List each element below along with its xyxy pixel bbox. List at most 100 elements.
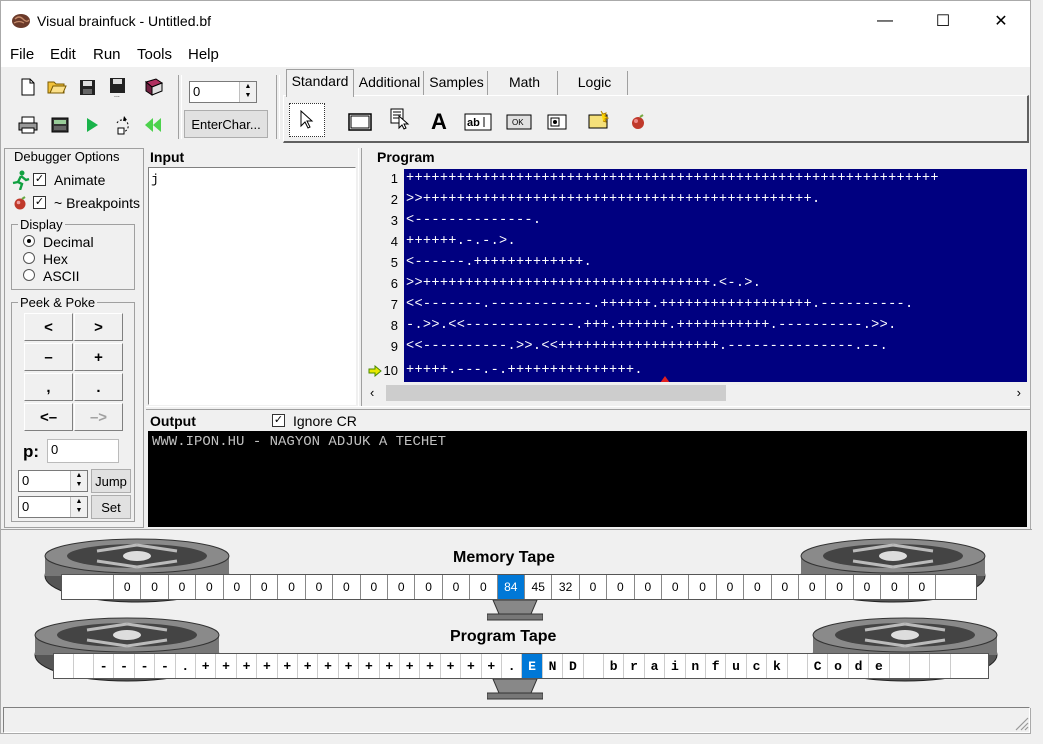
title-bar: Visual brainfuck - Untitled.bf — ☐ ✕ xyxy=(1,1,1030,41)
close-button[interactable]: ✕ xyxy=(972,1,1030,41)
enter-char-button[interactable]: EnterChar... xyxy=(184,110,268,138)
memory-cell: 0 xyxy=(826,575,854,599)
frame-tool-icon[interactable] xyxy=(348,112,372,132)
radio-ascii[interactable] xyxy=(23,269,35,281)
scroll-thumb[interactable] xyxy=(386,385,726,401)
jump-forward-button[interactable]: –> xyxy=(74,403,123,431)
maximize-button[interactable]: ☐ xyxy=(914,1,972,41)
program-cell: D xyxy=(563,654,584,678)
output-char-button[interactable]: . xyxy=(74,373,123,401)
line-number-gutter: 1 2 3 4 5 6 7 8 9 10 xyxy=(366,169,404,382)
jump-back-button[interactable]: <– xyxy=(24,403,73,431)
edit-tool-icon[interactable]: ab xyxy=(464,112,492,132)
program-editor[interactable]: ++++++++++++++++++++++++++++++++++++++++… xyxy=(404,169,1027,382)
menu-run[interactable]: Run xyxy=(93,46,121,63)
scroll-left-icon[interactable]: ‹ xyxy=(370,385,374,400)
memory-cell: 0 xyxy=(251,575,279,599)
save-icon[interactable] xyxy=(77,77,97,97)
button-tool-icon[interactable]: OK xyxy=(506,112,532,132)
save-as-icon[interactable]: ... xyxy=(107,77,127,97)
tab-standard[interactable]: Standard xyxy=(286,69,354,97)
program-cell: f xyxy=(706,654,727,678)
memory-cell: 0 xyxy=(717,575,745,599)
svg-text:ab: ab xyxy=(467,117,480,129)
memory-cell: 0 xyxy=(799,575,827,599)
scroll-right-icon[interactable]: › xyxy=(1017,385,1021,400)
panel-tool-icon[interactable] xyxy=(586,110,610,130)
label-tool-icon[interactable]: A xyxy=(428,109,450,134)
set-value: 0 xyxy=(22,499,30,514)
vertical-splitter[interactable] xyxy=(358,148,362,406)
open-folder-icon[interactable] xyxy=(47,77,67,97)
memory-cell-current: 84 xyxy=(497,575,525,599)
line-number: 2 xyxy=(390,192,398,207)
radio-ascii-label: ASCII xyxy=(43,268,80,284)
program-header: Program xyxy=(377,149,435,165)
program-hscrollbar[interactable]: ‹ › xyxy=(366,383,1027,403)
horizontal-splitter[interactable] xyxy=(146,406,1030,410)
resize-grip-icon[interactable] xyxy=(1013,715,1029,731)
calculator-icon[interactable] xyxy=(50,115,70,135)
menu-tools[interactable]: Tools xyxy=(137,46,172,63)
input-char-button[interactable]: , xyxy=(24,373,73,401)
move-right-button[interactable]: > xyxy=(74,313,123,341)
input-textarea[interactable]: j xyxy=(148,167,356,405)
menu-help[interactable]: Help xyxy=(188,46,219,63)
rewind-icon[interactable] xyxy=(143,115,163,135)
char-value-spinner[interactable]: 0 ▲ ▼ xyxy=(189,81,257,103)
set-spinner-arrows[interactable]: ▲ ▼ xyxy=(70,497,87,517)
print-icon[interactable] xyxy=(18,115,38,135)
radio-decimal[interactable] xyxy=(23,235,35,247)
radio-group-tool-icon[interactable] xyxy=(546,112,568,132)
new-file-icon[interactable] xyxy=(18,77,38,97)
program-cell xyxy=(788,654,808,678)
program-cell: b xyxy=(604,654,625,678)
ignore-cr-checkbox[interactable]: ✓ xyxy=(272,414,285,427)
program-cell: d xyxy=(849,654,870,678)
program-cell: + xyxy=(339,654,360,678)
tab-math[interactable]: Math xyxy=(492,71,558,95)
program-cell xyxy=(930,654,951,678)
line-number: 10 xyxy=(383,363,398,378)
input-header: Input xyxy=(150,149,185,165)
tab-logic[interactable]: Logic xyxy=(562,71,628,95)
program-cell: n xyxy=(686,654,706,678)
program-cell: i xyxy=(665,654,686,678)
pointer-field[interactable]: 0 xyxy=(47,439,119,463)
program-cell: . xyxy=(502,654,523,678)
minimize-button[interactable]: — xyxy=(856,1,914,41)
brain-app-icon xyxy=(12,14,30,28)
menu-edit[interactable]: Edit xyxy=(50,46,76,63)
line-number: 3 xyxy=(390,213,398,228)
increment-button[interactable]: + xyxy=(74,343,123,371)
menu-tool-icon[interactable] xyxy=(388,108,412,130)
book-icon[interactable] xyxy=(144,77,164,97)
program-cell xyxy=(910,654,931,678)
pointer-tool-icon[interactable] xyxy=(289,103,325,137)
memory-cell: 0 xyxy=(854,575,882,599)
radio-hex-label: Hex xyxy=(43,251,68,267)
move-left-button[interactable]: < xyxy=(24,313,73,341)
memory-tape-title: Memory Tape xyxy=(453,549,555,566)
window-title: Visual brainfuck - Untitled.bf xyxy=(37,13,212,29)
bomb-tool-icon[interactable] xyxy=(628,112,648,132)
set-spinner[interactable]: 0 ▲ ▼ xyxy=(18,496,88,518)
spinner-arrows[interactable]: ▲ ▼ xyxy=(239,82,256,102)
menu-file[interactable]: File xyxy=(10,46,34,63)
char-value: 0 xyxy=(193,84,201,99)
output-console[interactable]: WWW.IPON.HU - NAGYON ADJUK A TECHET xyxy=(148,431,1027,527)
tab-samples[interactable]: Samples xyxy=(426,71,488,95)
radio-hex[interactable] xyxy=(23,252,35,264)
set-button[interactable]: Set xyxy=(91,495,131,519)
run-icon[interactable] xyxy=(82,115,102,135)
jump-button[interactable]: Jump xyxy=(91,469,131,493)
animate-checkbox[interactable]: ✓ xyxy=(33,173,46,186)
jump-spinner[interactable]: 0 ▲ ▼ xyxy=(18,470,88,492)
tab-additional[interactable]: Additional xyxy=(356,71,424,95)
app-window: Visual brainfuck - Untitled.bf — ☐ ✕ Fil… xyxy=(0,0,1032,734)
decrement-button[interactable]: – xyxy=(24,343,73,371)
program-cell: + xyxy=(359,654,380,678)
breakpoints-checkbox[interactable]: ✓ xyxy=(33,196,46,209)
jump-spinner-arrows[interactable]: ▲ ▼ xyxy=(70,471,87,491)
step-icon[interactable] xyxy=(112,115,132,135)
